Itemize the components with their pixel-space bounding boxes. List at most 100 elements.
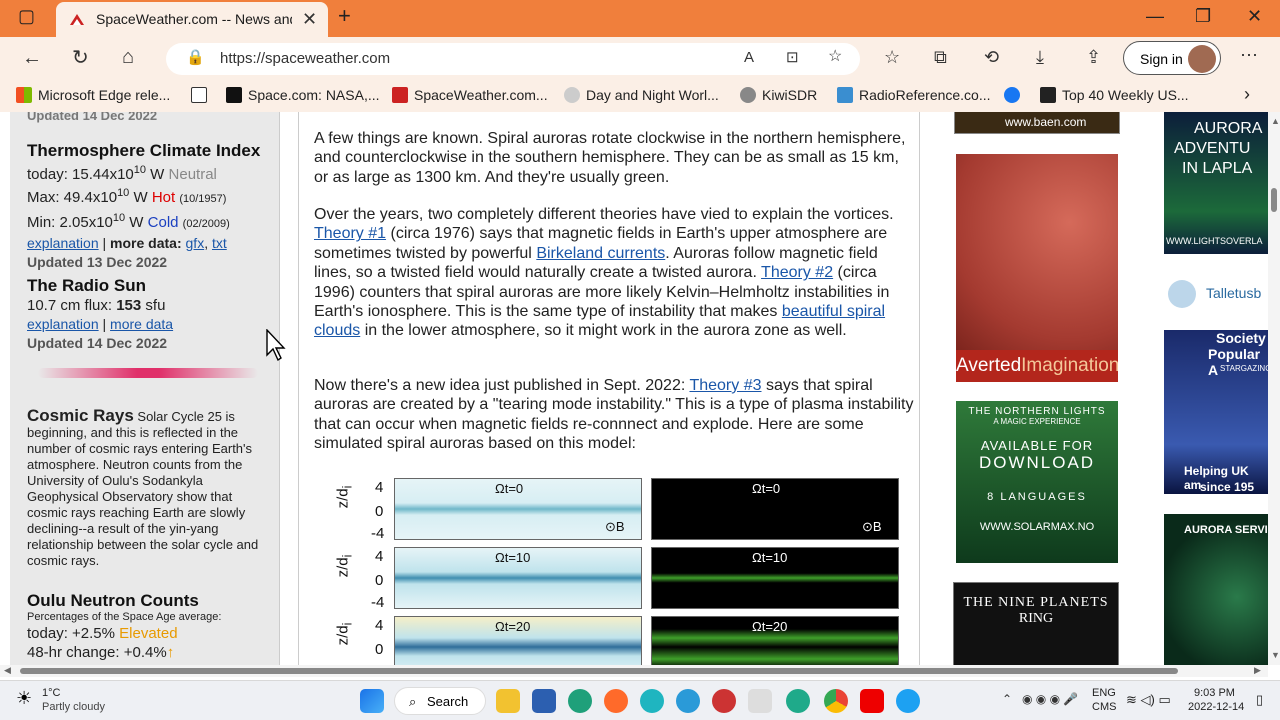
- baen-ad[interactable]: www.baen.com: [954, 112, 1120, 134]
- favorite-spaceweather[interactable]: SpaceWeather.com...: [392, 87, 548, 103]
- radio-more-data-link[interactable]: more data: [110, 316, 173, 332]
- thermo-explanation-link[interactable]: explanation: [27, 235, 99, 251]
- favorite-facebook[interactable]: [1004, 87, 1026, 103]
- horizontal-scrollbar[interactable]: ◀ ▶: [0, 665, 1268, 677]
- clock-date[interactable]: 2022-12-14: [1188, 701, 1244, 713]
- tab-title: SpaceWeather.com -- News and: [96, 11, 292, 27]
- restore-icon[interactable]: ❐: [1195, 6, 1211, 27]
- minimize-icon[interactable]: —: [1146, 6, 1164, 27]
- aurora-adventure-ad[interactable]: AURORA ADVENTU IN LAPLA WWW.LIGHTSOVERLA: [1164, 112, 1268, 254]
- add-favorite-icon[interactable]: ☆: [828, 49, 842, 65]
- scroll-right-icon[interactable]: ▶: [1254, 665, 1261, 676]
- theory-1-link[interactable]: Theory #1: [314, 225, 386, 242]
- divider-bar: [38, 368, 258, 378]
- tray-icons[interactable]: ◉ ◉ ◉ 🎤: [1022, 692, 1078, 706]
- panel-left-0: Ωt=0 ⊙B: [394, 478, 642, 540]
- new-tab-icon[interactable]: +: [338, 3, 351, 29]
- notification-icon[interactable]: ▯: [1256, 692, 1263, 708]
- lock-icon[interactable]: 🔒: [186, 50, 205, 65]
- panel-right-0: Ωt=0 ⊙B: [651, 478, 899, 540]
- favorite-day-night[interactable]: Day and Night Worl...: [564, 87, 719, 103]
- tray-chevron-icon[interactable]: ⌃: [1002, 692, 1012, 706]
- kiwi-icon: [740, 87, 756, 103]
- aurora-service-ad[interactable]: AURORA SERVI: [1164, 514, 1268, 665]
- download-icon[interactable]: ⤓: [1036, 48, 1044, 66]
- nine-planets-ad[interactable]: THE NINE PLANETS RING: [953, 582, 1119, 665]
- horizontal-scroll-thumb[interactable]: [20, 668, 1178, 674]
- close-tab-icon[interactable]: ✕: [302, 9, 317, 30]
- favorites-icon[interactable]: ☆: [884, 48, 900, 66]
- back-icon[interactable]: ←: [22, 48, 42, 68]
- txt-link[interactable]: txt: [212, 235, 227, 251]
- edge-dev-icon[interactable]: [568, 689, 592, 713]
- close-window-icon[interactable]: ✕: [1247, 6, 1262, 27]
- app-icon-3[interactable]: [748, 689, 772, 713]
- network-sound-battery-icon[interactable]: ≋ ◁) ▭: [1126, 692, 1171, 708]
- favorite-edge-release[interactable]: Microsoft Edge rele...: [16, 87, 170, 103]
- edge-beta-icon[interactable]: [786, 689, 810, 713]
- language-2[interactable]: CMS: [1092, 701, 1116, 713]
- averted-imagination-ad[interactable]: AvertedImagination: [956, 154, 1118, 382]
- favorite-radioreference[interactable]: RadioReference.co...: [837, 87, 991, 103]
- microsoft-logo-icon: [16, 87, 32, 103]
- ads-column-right: AURORA ADVENTU IN LAPLA WWW.LIGHTSOVERLA…: [1164, 112, 1268, 665]
- society-ad[interactable]: Society Popular A STARGAZING Helping UK …: [1164, 330, 1268, 494]
- app-icon-1[interactable]: [532, 689, 556, 713]
- favorite-document[interactable]: [191, 87, 213, 103]
- talletus-ad[interactable]: Talletusb: [1164, 276, 1268, 312]
- app-icon-2[interactable]: [712, 689, 736, 713]
- birkeland-currents-link[interactable]: Birkeland currents: [536, 245, 665, 262]
- theory-3-link[interactable]: Theory #3: [689, 377, 761, 394]
- chrome-icon[interactable]: [824, 689, 848, 713]
- z-axis-label-2: z/di: [334, 554, 355, 578]
- cold-status: Cold: [147, 214, 179, 231]
- favorites-more-icon[interactable]: ›: [1244, 84, 1250, 105]
- gfx-link[interactable]: gfx: [186, 235, 205, 251]
- more-icon[interactable]: ⋯: [1240, 46, 1258, 64]
- simulation-figure: z/di 4 0 -4 Ωt=0 ⊙B Ωt=0 ⊙B z/di 4 0 -4 …: [329, 472, 909, 665]
- language-1[interactable]: ENG: [1092, 687, 1116, 699]
- home-icon[interactable]: ⌂: [122, 47, 134, 67]
- taskbar-search[interactable]: ⌕ Search: [394, 687, 486, 715]
- theory-2-link[interactable]: Theory #2: [761, 264, 833, 281]
- twitter-icon[interactable]: [896, 689, 920, 713]
- facebook-icon: [1004, 87, 1020, 103]
- tab-actions-icon[interactable]: ▢: [18, 6, 35, 27]
- edge-canary-icon[interactable]: [640, 689, 664, 713]
- weather-icon[interactable]: ☀: [16, 688, 32, 709]
- share-icon[interactable]: ⇪: [1086, 48, 1101, 66]
- cosmic-rays-section: Cosmic Rays Solar Cycle 25 is beginning,…: [27, 406, 259, 568]
- tab-spaceweather[interactable]: SpaceWeather.com -- News and ✕: [56, 2, 328, 37]
- address-bar[interactable]: 🔒 https://spaceweather.com A ⊡ ☆: [166, 43, 860, 75]
- panel-left-1: Ωt=10: [394, 547, 642, 609]
- z-axis-label-3: z/di: [334, 622, 355, 646]
- file-explorer-icon[interactable]: [496, 689, 520, 713]
- clock-time[interactable]: 9:03 PM: [1194, 687, 1235, 699]
- article: A few things are known. Spiral auroras r…: [298, 112, 920, 665]
- vertical-scroll-thumb[interactable]: [1271, 188, 1277, 212]
- favorite-space-com[interactable]: Space.com: NASA,...: [226, 87, 380, 103]
- history-icon[interactable]: ⟲: [984, 48, 999, 66]
- read-aloud-icon[interactable]: A: [744, 50, 754, 65]
- collections-icon[interactable]: ⧉: [934, 48, 947, 66]
- radio-explanation-link[interactable]: explanation: [27, 316, 99, 332]
- firefox-icon[interactable]: [604, 689, 628, 713]
- favorite-kiwisdr[interactable]: KiwiSDR: [740, 87, 817, 103]
- scroll-up-icon[interactable]: ▲: [1271, 116, 1280, 126]
- paragraph-1: A few things are known. Spiral auroras r…: [314, 130, 906, 186]
- youtube-icon[interactable]: [860, 689, 884, 713]
- edge-icon[interactable]: [676, 689, 700, 713]
- refresh-icon[interactable]: ↻: [72, 48, 89, 68]
- app-view-icon[interactable]: ⊡: [786, 50, 799, 65]
- avatar: [1188, 45, 1216, 73]
- start-icon[interactable]: [360, 689, 384, 713]
- panel-right-2: Ωt=20: [651, 616, 899, 665]
- vertical-scrollbar[interactable]: ▲ ▼: [1268, 112, 1280, 665]
- paragraph-3: Now there's a new idea just published in…: [314, 377, 914, 453]
- scroll-down-icon[interactable]: ▼: [1271, 650, 1280, 660]
- space-com-icon: [226, 87, 242, 103]
- sign-in-button[interactable]: Sign in: [1123, 41, 1221, 75]
- scroll-left-icon[interactable]: ◀: [4, 665, 11, 676]
- northern-lights-ad[interactable]: THE NORTHERN LIGHTS A MAGIC EXPERIENCE A…: [956, 401, 1118, 563]
- favorite-top40[interactable]: Top 40 Weekly US...: [1040, 87, 1189, 103]
